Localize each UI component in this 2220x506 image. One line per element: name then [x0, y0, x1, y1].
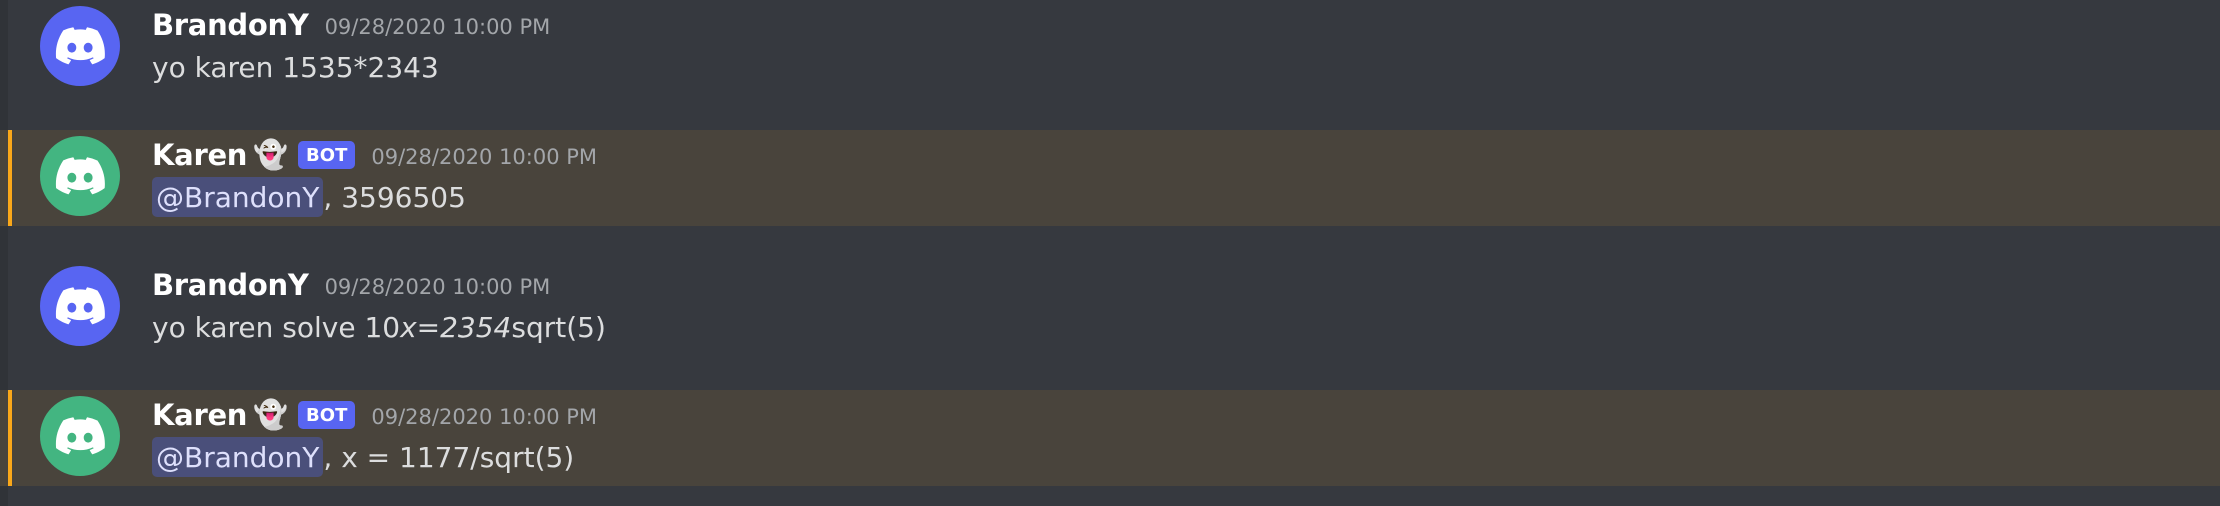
mention-highlight-bar	[8, 130, 12, 226]
message-item[interactable]: Karen 👻 BOT 09/28/2020 10:00 PM @Brandon…	[0, 390, 2220, 486]
bot-tag: BOT	[298, 141, 356, 169]
avatar[interactable]	[40, 6, 120, 86]
message-text: yo karen solve 10	[152, 310, 401, 344]
message-item[interactable]: Karen 👻 BOT 09/28/2020 10:00 PM @Brandon…	[0, 130, 2220, 226]
discord-logo-icon	[55, 287, 105, 325]
username[interactable]: BrandonY	[152, 268, 309, 302]
username[interactable]: Karen	[152, 398, 247, 432]
message-item[interactable]: BrandonY 09/28/2020 10:00 PM yo karen so…	[0, 260, 2220, 356]
message-content: yo karen 1535*2343	[152, 47, 439, 87]
message-text: yo karen 1535*2343	[152, 50, 439, 84]
message-content: @BrandonY, x = 1177/sqrt(5)	[152, 437, 574, 477]
mention-highlight-bar	[8, 390, 12, 486]
message-item[interactable]: BrandonY 09/28/2020 10:00 PM yo karen 15…	[0, 0, 2220, 96]
discord-logo-icon	[55, 417, 105, 455]
message-text: sqrt(5)	[511, 310, 606, 344]
timestamp: 09/28/2020 10:00 PM	[371, 405, 598, 429]
ghost-emoji-icon: 👻	[253, 398, 289, 431]
discord-logo-icon	[55, 27, 105, 65]
username[interactable]: BrandonY	[152, 8, 309, 42]
message-content: @BrandonY, 3596505	[152, 177, 466, 217]
message-header: BrandonY 09/28/2020 10:00 PM	[152, 5, 550, 45]
user-mention[interactable]: @BrandonY	[152, 177, 324, 217]
bot-tag: BOT	[298, 401, 356, 429]
timestamp: 09/28/2020 10:00 PM	[371, 145, 598, 169]
message-text: , x = 1177/sqrt(5)	[323, 440, 575, 474]
ghost-emoji-icon: 👻	[253, 138, 289, 171]
user-mention[interactable]: @BrandonY	[152, 437, 324, 477]
timestamp: 09/28/2020 10:00 PM	[324, 275, 551, 299]
username[interactable]: Karen	[152, 138, 247, 172]
avatar[interactable]	[40, 136, 120, 216]
italic-text: x=2354	[400, 310, 512, 344]
message-header: BrandonY 09/28/2020 10:00 PM	[152, 265, 550, 305]
message-text: , 3596505	[323, 180, 466, 214]
message-content: yo karen solve 10 x=2354 sqrt(5)	[152, 307, 606, 347]
discord-logo-icon	[55, 157, 105, 195]
message-header: Karen 👻 BOT 09/28/2020 10:00 PM	[152, 395, 597, 435]
message-header: Karen 👻 BOT 09/28/2020 10:00 PM	[152, 135, 597, 175]
avatar[interactable]	[40, 266, 120, 346]
avatar[interactable]	[40, 396, 120, 476]
timestamp: 09/28/2020 10:00 PM	[324, 15, 551, 39]
